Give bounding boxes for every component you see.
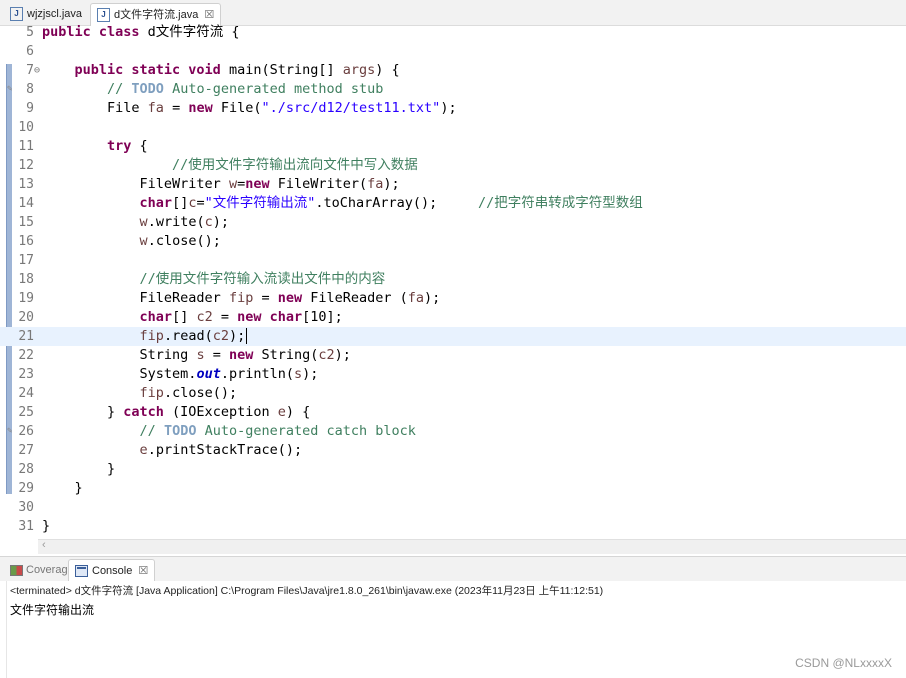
- code-line[interactable]: 6: [0, 42, 906, 61]
- task-marker-icon: ✎: [7, 426, 13, 436]
- code-line[interactable]: 17: [0, 251, 906, 270]
- code-text: String s = new String(c2);: [42, 347, 351, 363]
- code-text: fip.close();: [139, 385, 238, 401]
- code-line[interactable]: 27 e.printStackTrace();: [0, 441, 906, 460]
- line-number: 26: [18, 424, 34, 439]
- code-text: char[]c="文件字符输出流".toCharArray(); //把字符串转…: [139, 195, 643, 211]
- line-number: 13: [18, 177, 34, 192]
- code-text: // TODO Auto-generated method stub: [107, 81, 384, 97]
- bottom-panel-tab-bar: Coverage Console ☒: [0, 556, 906, 582]
- line-number: 8: [26, 82, 34, 97]
- line-number: 22: [18, 348, 34, 363]
- code-text: }: [42, 518, 51, 534]
- line-number: 17: [18, 253, 34, 268]
- editor-tab-wjzjscl[interactable]: J wjzjscl.java: [4, 4, 82, 24]
- code-text: // TODO Auto-generated catch block: [139, 423, 416, 439]
- line-number: 10: [18, 120, 34, 135]
- code-line[interactable]: 29 }: [0, 479, 906, 498]
- line-number: 28: [18, 462, 34, 477]
- code-line[interactable]: 10: [0, 118, 906, 137]
- code-line[interactable]: 13 FileWriter w=new FileWriter(fa);: [0, 175, 906, 194]
- code-line[interactable]: 21 fip.read(c2);: [0, 327, 906, 346]
- code-line[interactable]: 25 } catch (IOException e) {: [0, 403, 906, 422]
- code-text: File fa = new File("./src/d12/test11.txt…: [42, 100, 457, 116]
- code-text: System.out.println(s);: [42, 366, 319, 382]
- line-number: 20: [18, 310, 34, 325]
- code-text: fip.read(c2);: [139, 328, 248, 344]
- code-line[interactable]: 5 public class d文件字符流 {: [0, 23, 906, 42]
- tab-coverage-label: Coverage: [26, 564, 74, 576]
- line-number: 24: [18, 386, 34, 401]
- console-output-text: 文件字符输出流: [10, 603, 95, 617]
- code-line[interactable]: 30: [0, 498, 906, 517]
- code-text: public static void main(String[] args) {: [74, 62, 400, 78]
- line-number: 9: [26, 101, 34, 116]
- code-line[interactable]: 28 }: [0, 460, 906, 479]
- watermark: CSDN @NLxxxxX: [795, 656, 892, 670]
- code-text: char[] c2 = new char[10];: [139, 309, 343, 325]
- code-line[interactable]: 24 fip.close();: [0, 384, 906, 403]
- code-line[interactable]: 11 try {: [0, 137, 906, 156]
- code-line[interactable]: 9 File fa = new File("./src/d12/test11.t…: [0, 99, 906, 118]
- fold-toggle-icon[interactable]: ⊖: [34, 61, 40, 80]
- line-number: 5: [26, 25, 34, 40]
- code-line[interactable]: 19 FileReader fip = new FileReader (fa);: [0, 289, 906, 308]
- line-number: 14: [18, 196, 34, 211]
- java-file-icon: J: [10, 7, 23, 21]
- code-line[interactable]: 22 String s = new String(c2);: [0, 346, 906, 365]
- scroll-left-arrow-icon[interactable]: ‹: [42, 539, 46, 551]
- code-text: }: [42, 480, 83, 496]
- code-line[interactable]: 7 ⊖ public static void main(String[] args…: [0, 61, 906, 80]
- line-number: 30: [18, 500, 34, 515]
- code-line[interactable]: 15 w.write(c);: [0, 213, 906, 232]
- code-text: FileWriter w=new FileWriter(fa);: [42, 176, 400, 192]
- close-icon[interactable]: ☒: [138, 561, 148, 581]
- line-number: 25: [18, 405, 34, 420]
- line-number: 6: [26, 44, 34, 59]
- line-number: 27: [18, 443, 34, 458]
- code-line[interactable]: 23 System.out.println(s);: [0, 365, 906, 384]
- code-editor[interactable]: 5 public class d文件字符流 { 6 7 ⊖ public static …: [0, 23, 906, 554]
- code-line[interactable]: 31}: [0, 517, 906, 536]
- code-line[interactable]: 8 ✎ // TODO Auto-generated method stub: [0, 80, 906, 99]
- console-terminated-status: <terminated> d文件字符流 [Java Application] C…: [10, 585, 604, 597]
- code-text: }: [42, 461, 116, 477]
- horizontal-scrollbar[interactable]: ‹: [38, 539, 906, 554]
- line-number: 12: [18, 158, 34, 173]
- code-line[interactable]: 16 w.close();: [0, 232, 906, 251]
- tab-coverage[interactable]: Coverage: [0, 560, 74, 580]
- line-number: 11: [18, 139, 34, 154]
- tab-console-label: Console: [92, 565, 133, 577]
- code-line[interactable]: 12 //使用文件字符输出流向文件中写入数据: [0, 156, 906, 175]
- line-number: 18: [18, 272, 34, 287]
- code-text: public class d文件字符流 {: [42, 24, 240, 40]
- code-text: w.write(c);: [139, 214, 229, 230]
- task-marker-icon: ✎: [7, 84, 13, 94]
- code-text: try {: [107, 138, 148, 154]
- console-icon: [75, 565, 88, 577]
- line-number: 15: [18, 215, 34, 230]
- line-number: 21: [18, 329, 34, 344]
- line-number: 29: [18, 481, 34, 496]
- code-text: w.close();: [139, 233, 221, 249]
- java-file-icon: J: [97, 8, 110, 22]
- code-text: //使用文件字符输入流读出文件中的内容: [139, 271, 386, 287]
- code-text: } catch (IOException e) {: [42, 404, 311, 420]
- coverage-icon: [10, 564, 23, 576]
- console-view[interactable]: <terminated> d文件字符流 [Java Application] C…: [6, 581, 906, 678]
- code-text: //使用文件字符输出流向文件中写入数据: [172, 157, 418, 173]
- tab-console[interactable]: Console ☒: [68, 559, 156, 582]
- line-number: 19: [18, 291, 34, 306]
- code-line[interactable]: 20 char[] c2 = new char[10];: [0, 308, 906, 327]
- line-number: 16: [18, 234, 34, 249]
- code-text: FileReader fip = new FileReader (fa);: [42, 290, 441, 306]
- line-number: 7: [26, 63, 34, 78]
- code-text: e.printStackTrace();: [139, 442, 303, 458]
- code-line[interactable]: 14 char[]c="文件字符输出流".toCharArray(); //把字…: [0, 194, 906, 213]
- line-number: 31: [18, 519, 34, 534]
- editor-tab-label: wjzjscl.java: [27, 8, 83, 20]
- code-line[interactable]: 26 ✎ // TODO Auto-generated catch block: [0, 422, 906, 441]
- code-line[interactable]: 18 //使用文件字符输入流读出文件中的内容: [0, 270, 906, 289]
- line-number: 23: [18, 367, 34, 382]
